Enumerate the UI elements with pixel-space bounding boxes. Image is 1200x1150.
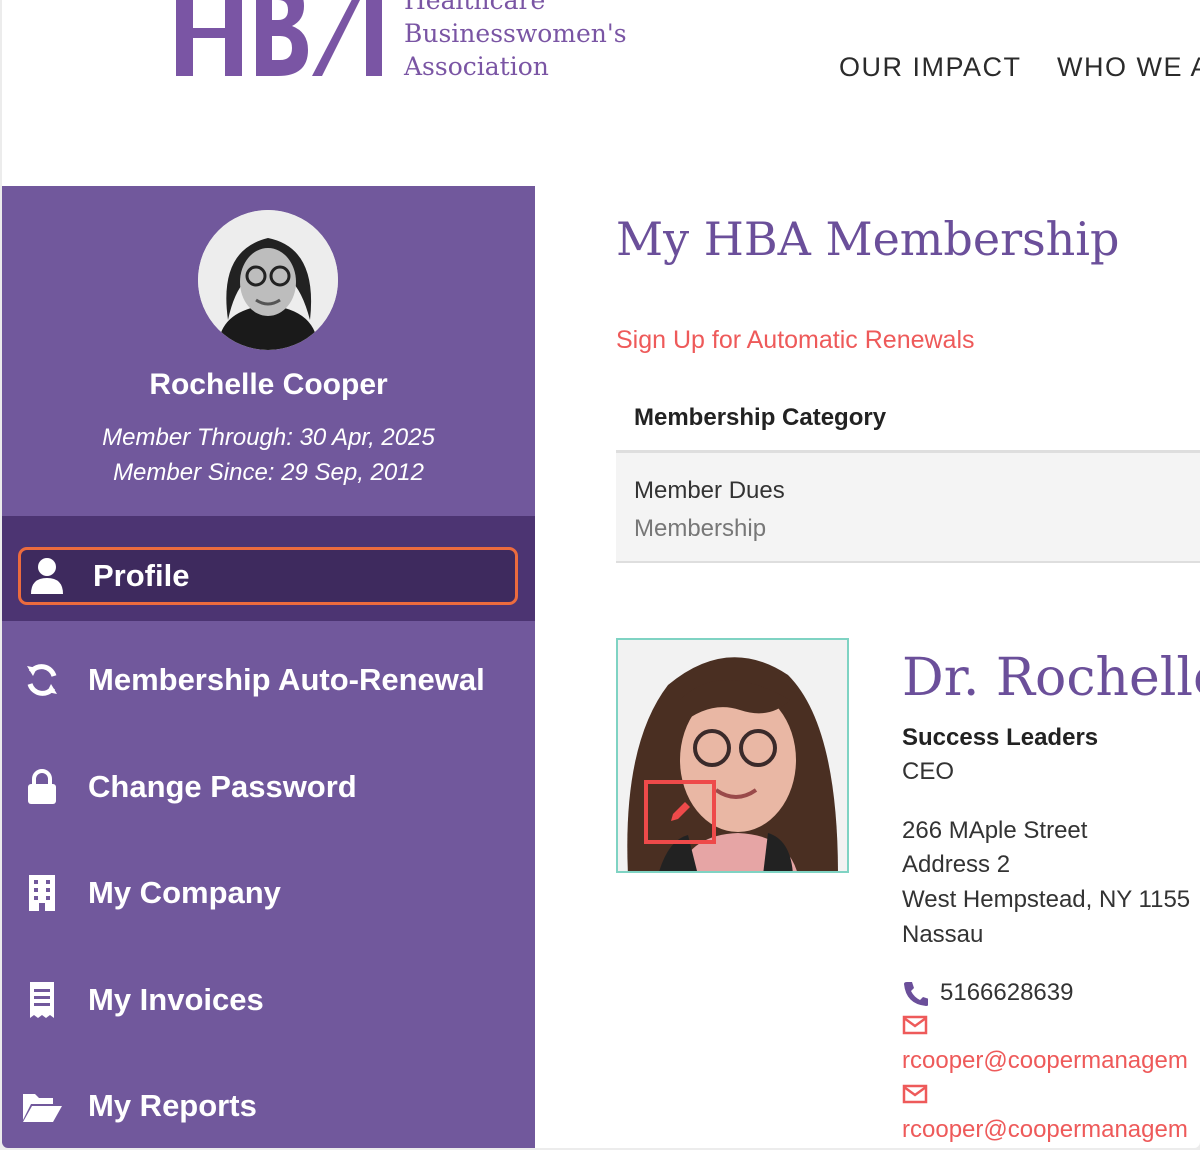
envelope-icon <box>902 1015 928 1035</box>
column-header-membership-category: Membership Category <box>634 403 887 431</box>
hba-logo[interactable]: Healthcare Businesswomen's Association <box>172 0 632 84</box>
hba-logo-mark <box>176 0 382 76</box>
edit-photo-button[interactable] <box>644 780 716 844</box>
address-line-1: 266 MAple Street <box>902 817 1088 844</box>
membership-type-label: Membership <box>634 515 767 542</box>
address-line-2: Address 2 <box>902 851 1011 878</box>
lock-icon <box>22 767 62 807</box>
profile-name: Dr. Rochelle <box>902 648 1200 708</box>
sidebar-item-label: My Company <box>88 875 281 910</box>
pencil-icon <box>671 802 690 821</box>
phone-row: 5166628639 <box>902 979 1073 1007</box>
nav-who-we-are[interactable]: WHO WE A <box>1057 52 1200 83</box>
avatar <box>198 210 338 350</box>
sidebar-item-my-company[interactable]: My Company <box>2 863 535 923</box>
email-link-secondary[interactable]: rcooper@coopermanagem <box>902 1116 1188 1144</box>
sidebar-item-label: My Invoices <box>88 982 264 1017</box>
table-header: Membership Category <box>616 385 1200 453</box>
logo-line-2: Businesswomen's <box>404 19 627 48</box>
account-sidebar: Rochelle Cooper Member Through: 30 Apr, … <box>2 186 535 1148</box>
member-name: Rochelle Cooper <box>149 368 388 401</box>
user-icon <box>27 556 67 596</box>
logo-wordmark: Healthcare Businesswomen's Association <box>404 0 627 83</box>
page-title: My HBA Membership <box>616 212 1120 266</box>
sidebar-item-profile[interactable]: Profile <box>18 547 518 605</box>
nav-our-impact[interactable]: OUR IMPACT <box>839 52 1022 83</box>
phone-number[interactable]: 5166628639 <box>940 979 1073 1007</box>
membership-dues-label: Member Dues <box>634 477 785 504</box>
profile-company: Success Leaders <box>902 724 1099 751</box>
folder-open-icon <box>22 1086 62 1126</box>
membership-table: Membership Category Member Dues Membersh… <box>616 385 1200 563</box>
sidebar-item-my-invoices[interactable]: My Invoices <box>2 970 535 1030</box>
address-county: Nassau <box>902 921 984 948</box>
phone-icon <box>904 982 928 1006</box>
sidebar-item-change-password[interactable]: Change Password <box>2 757 535 817</box>
envelope-icon <box>902 1084 928 1104</box>
email-icon-row <box>902 1014 928 1042</box>
logo-line-1: Healthcare <box>404 0 546 15</box>
member-since: Member Since: 29 Sep, 2012 <box>113 459 424 486</box>
auto-renewal-signup-link[interactable]: Sign Up for Automatic Renewals <box>616 326 975 355</box>
sidebar-item-label: Membership Auto-Renewal <box>88 662 485 697</box>
sidebar-item-auto-renewal[interactable]: Membership Auto-Renewal <box>2 650 535 710</box>
page-frame: Healthcare Businesswomen's Association O… <box>2 0 1200 1148</box>
email-icon-row <box>902 1083 928 1111</box>
sidebar-item-label: My Reports <box>88 1088 257 1123</box>
refresh-icon <box>22 660 62 700</box>
logo-line-3: Association <box>404 52 549 81</box>
building-icon <box>22 873 62 913</box>
sidebar-item-label: Change Password <box>88 769 357 804</box>
member-through: Member Through: 30 Apr, 2025 <box>102 424 435 451</box>
profile-photo <box>616 638 849 873</box>
address-city: West Hempstead, NY 1155 <box>902 886 1191 913</box>
sidebar-item-label: Profile <box>93 558 190 593</box>
receipt-icon <box>22 980 62 1020</box>
table-row: Member Dues Membership <box>616 453 1200 563</box>
email-link-primary[interactable]: rcooper@coopermanagem <box>902 1047 1188 1075</box>
profile-job-title: CEO <box>902 758 955 785</box>
sidebar-item-my-reports[interactable]: My Reports <box>2 1076 535 1136</box>
